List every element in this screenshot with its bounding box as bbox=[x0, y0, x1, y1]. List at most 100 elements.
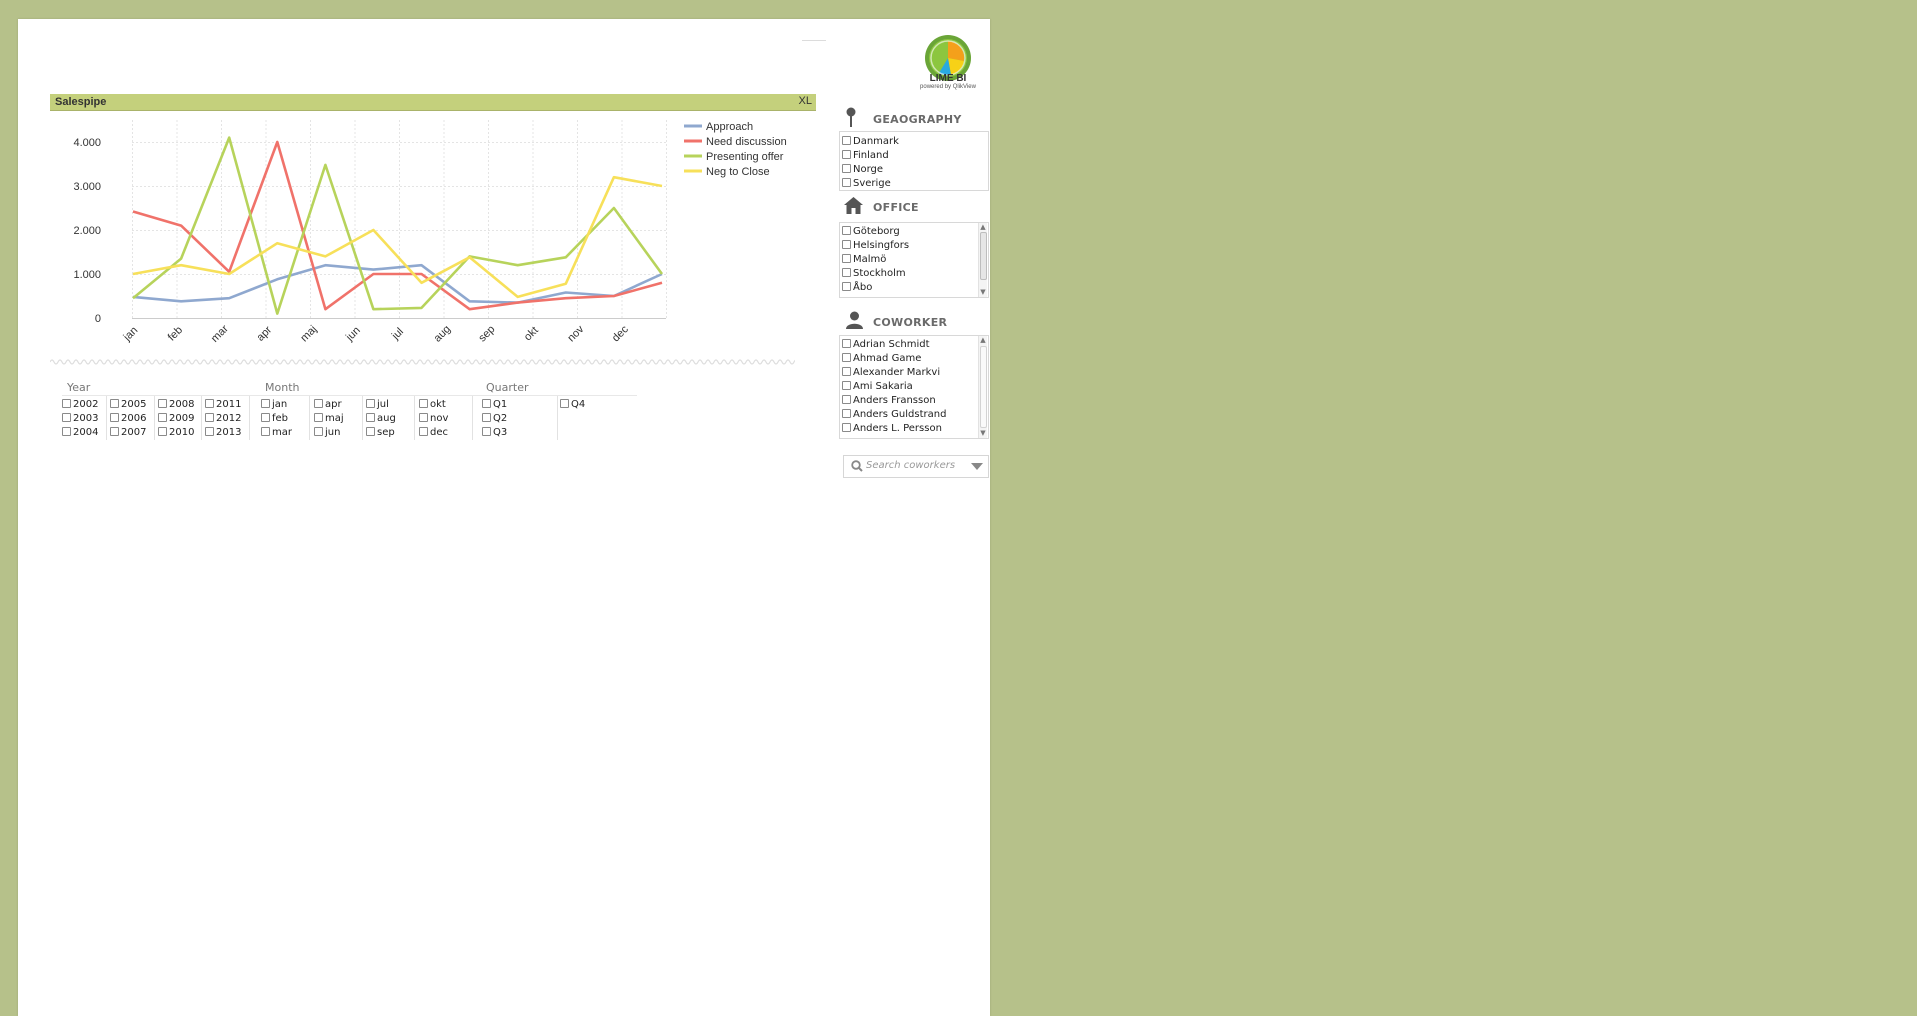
quarter-checkbox[interactable]: Q1 bbox=[482, 399, 507, 410]
checkbox[interactable] bbox=[842, 339, 851, 348]
checkbox[interactable] bbox=[842, 136, 851, 145]
month-checkbox[interactable]: apr bbox=[314, 399, 342, 410]
coworker-item[interactable]: Ahmad Game bbox=[842, 353, 921, 364]
year-checkbox[interactable]: 2011 bbox=[205, 399, 241, 410]
checkbox[interactable] bbox=[842, 164, 851, 173]
checkbox[interactable] bbox=[261, 413, 270, 422]
geography-item[interactable]: Norge bbox=[842, 164, 883, 175]
scroll-down-icon[interactable]: ▼ bbox=[979, 429, 987, 437]
geography-item[interactable]: Sverige bbox=[842, 178, 891, 189]
month-checkbox[interactable]: nov bbox=[419, 413, 448, 424]
coworker-item[interactable]: Anders Guldstrand bbox=[842, 409, 946, 420]
year-checkbox[interactable]: 2008 bbox=[158, 399, 194, 410]
year-checkbox[interactable]: 2002 bbox=[62, 399, 98, 410]
coworker-item[interactable]: Anders Fransson bbox=[842, 395, 936, 406]
checkbox[interactable] bbox=[158, 427, 167, 436]
quarter-checkbox[interactable]: Q3 bbox=[482, 427, 507, 438]
year-checkbox[interactable]: 2006 bbox=[110, 413, 146, 424]
month-checkbox[interactable]: maj bbox=[314, 413, 344, 424]
checkbox[interactable] bbox=[158, 399, 167, 408]
office-item[interactable]: Malmö bbox=[842, 254, 886, 265]
month-checkbox[interactable]: mar bbox=[261, 427, 292, 438]
month-checkbox[interactable]: jun bbox=[314, 427, 340, 438]
checkbox[interactable] bbox=[842, 150, 851, 159]
year-checkbox[interactable]: 2005 bbox=[110, 399, 146, 410]
checkbox[interactable] bbox=[62, 399, 71, 408]
geography-item[interactable]: Finland bbox=[842, 150, 889, 161]
month-checkbox[interactable]: aug bbox=[366, 413, 396, 424]
month-checkbox[interactable]: sep bbox=[366, 427, 395, 438]
office-item[interactable]: Stockholm bbox=[842, 268, 906, 279]
year-checkbox[interactable]: 2003 bbox=[62, 413, 98, 424]
checkbox[interactable] bbox=[366, 413, 375, 422]
coworker-item[interactable]: Ami Sakaria bbox=[842, 381, 913, 392]
year-checkbox[interactable]: 2009 bbox=[158, 413, 194, 424]
checkbox[interactable] bbox=[314, 427, 323, 436]
checkbox[interactable] bbox=[842, 423, 851, 432]
checkbox[interactable] bbox=[482, 427, 491, 436]
checkbox[interactable] bbox=[842, 226, 851, 235]
checkbox[interactable] bbox=[314, 399, 323, 408]
coworker-item[interactable]: Adrian Schmidt bbox=[842, 339, 930, 350]
checkbox[interactable] bbox=[261, 427, 270, 436]
year-checkbox[interactable]: 2004 bbox=[62, 427, 98, 438]
month-checkbox[interactable]: okt bbox=[419, 399, 446, 410]
checkbox[interactable] bbox=[366, 399, 375, 408]
geography-item[interactable]: Danmark bbox=[842, 136, 899, 147]
month-checkbox[interactable]: dec bbox=[419, 427, 448, 438]
office-item[interactable]: Åbo bbox=[842, 282, 872, 293]
export-excel-button[interactable]: XL bbox=[799, 95, 812, 107]
checkbox[interactable] bbox=[419, 427, 428, 436]
year-checkbox[interactable]: 2007 bbox=[110, 427, 146, 438]
scroll-thumb[interactable] bbox=[980, 346, 987, 428]
month-checkbox[interactable]: jul bbox=[366, 399, 389, 410]
checkbox[interactable] bbox=[158, 413, 167, 422]
search-input[interactable] bbox=[866, 458, 962, 473]
checkbox[interactable] bbox=[842, 254, 851, 263]
checkbox[interactable] bbox=[62, 427, 71, 436]
coworker-search[interactable] bbox=[843, 455, 989, 478]
coworker-item[interactable]: Anders L. Persson bbox=[842, 423, 942, 434]
checkbox[interactable] bbox=[205, 413, 214, 422]
chevron-down-icon[interactable] bbox=[971, 463, 983, 470]
scroll-up-icon[interactable]: ▲ bbox=[979, 336, 987, 344]
year-checkbox[interactable]: 2010 bbox=[158, 427, 194, 438]
checkbox[interactable] bbox=[110, 399, 119, 408]
checkbox[interactable] bbox=[261, 399, 270, 408]
checkbox[interactable] bbox=[842, 353, 851, 362]
checkbox[interactable] bbox=[842, 409, 851, 418]
coworker-scrollbar[interactable]: ▲ ▼ bbox=[978, 336, 987, 438]
checkbox[interactable] bbox=[419, 413, 428, 422]
coworker-item[interactable]: Alexander Markvi bbox=[842, 367, 940, 378]
scroll-down-icon[interactable]: ▼ bbox=[979, 288, 987, 296]
checkbox[interactable] bbox=[842, 268, 851, 277]
checkbox[interactable] bbox=[482, 413, 491, 422]
checkbox[interactable] bbox=[314, 413, 323, 422]
scroll-up-icon[interactable]: ▲ bbox=[979, 223, 987, 231]
checkbox[interactable] bbox=[482, 399, 491, 408]
checkbox[interactable] bbox=[110, 427, 119, 436]
quarter-checkbox[interactable]: Q2 bbox=[482, 413, 507, 424]
checkbox[interactable] bbox=[842, 240, 851, 249]
checkbox[interactable] bbox=[842, 367, 851, 376]
checkbox[interactable] bbox=[205, 399, 214, 408]
year-checkbox[interactable]: 2012 bbox=[205, 413, 241, 424]
checkbox[interactable] bbox=[62, 413, 71, 422]
checkbox[interactable] bbox=[842, 395, 851, 404]
checkbox[interactable] bbox=[366, 427, 375, 436]
checkbox[interactable] bbox=[842, 282, 851, 291]
checkbox[interactable] bbox=[110, 413, 119, 422]
month-checkbox[interactable]: jan bbox=[261, 399, 287, 410]
checkbox[interactable] bbox=[560, 399, 569, 408]
month-checkbox[interactable]: feb bbox=[261, 413, 288, 424]
checkbox[interactable] bbox=[205, 427, 214, 436]
office-item[interactable]: Helsingfors bbox=[842, 240, 909, 251]
year-checkbox[interactable]: 2013 bbox=[205, 427, 241, 438]
checkbox[interactable] bbox=[419, 399, 428, 408]
office-item[interactable]: Göteborg bbox=[842, 226, 900, 237]
checkbox[interactable] bbox=[842, 381, 851, 390]
checkbox[interactable] bbox=[842, 178, 851, 187]
office-scrollbar[interactable]: ▲ ▼ bbox=[978, 223, 987, 297]
scroll-thumb[interactable] bbox=[980, 232, 987, 280]
quarter-checkbox[interactable]: Q4 bbox=[560, 399, 585, 410]
